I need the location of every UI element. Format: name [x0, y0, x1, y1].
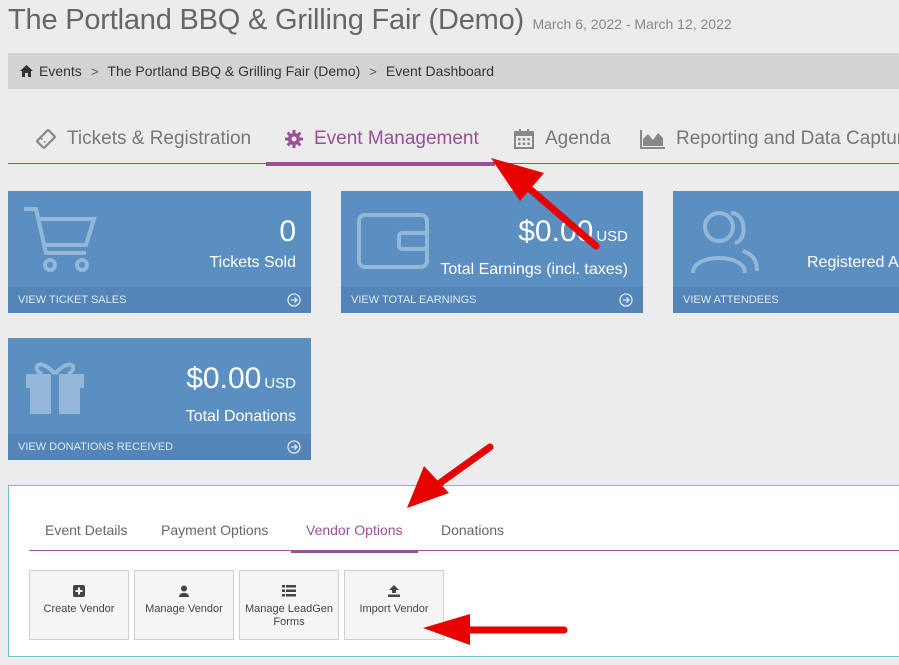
- view-donations-link[interactable]: VIEW DONATIONS RECEIVED: [8, 434, 311, 460]
- breadcrumb: Events > The Portland BBQ & Grilling Fai…: [8, 53, 899, 89]
- button-label: Import Vendor: [359, 603, 429, 615]
- sub-tabs: Event Details Payment Options Vendor Opt…: [29, 508, 899, 553]
- plus-square-icon: [73, 585, 85, 597]
- view-ticket-sales-link[interactable]: VIEW TICKET SALES: [8, 287, 311, 313]
- ticket-icon: [36, 128, 56, 149]
- breadcrumb-separator: >: [369, 63, 377, 79]
- tab-tickets-registration[interactable]: Tickets & Registration: [35, 113, 251, 164]
- tab-event-details[interactable]: Event Details: [45, 508, 127, 551]
- button-label: Create Vendor: [43, 603, 115, 615]
- registered-attendees-tile: Registered Attendees VIEW ATTENDEES: [673, 191, 899, 313]
- tab-label: Agenda: [545, 127, 611, 149]
- breadcrumb-events[interactable]: Events: [39, 63, 82, 79]
- page-header: The Portland BBQ & Grilling Fair (Demo) …: [8, 4, 732, 37]
- currency-unit: USD: [264, 375, 296, 392]
- registered-attendees-label: Registered Attendees: [807, 254, 899, 271]
- tab-label: Event Management: [314, 127, 479, 149]
- manage-vendor-button[interactable]: Manage Vendor: [134, 570, 234, 640]
- manage-leadgen-forms-button[interactable]: Manage LeadGen Forms: [239, 570, 339, 640]
- arrow-circle-right-icon: [287, 440, 301, 454]
- button-label: Manage Vendor: [145, 603, 223, 615]
- tickets-sold-tile: 0 Tickets Sold VIEW TICKET SALES: [8, 191, 311, 313]
- tab-agenda[interactable]: Agenda: [513, 113, 611, 164]
- total-earnings-label: Total Earnings (incl. taxes): [440, 261, 628, 278]
- user-icon: [179, 585, 189, 597]
- breadcrumb-current: Event Dashboard: [385, 63, 495, 79]
- import-vendor-button[interactable]: Import Vendor: [344, 570, 444, 640]
- arrow-circle-right-icon: [287, 293, 301, 307]
- wallet-icon: [357, 213, 429, 269]
- total-donations-tile: $0.00 USD Total Donations VIEW DONATIONS …: [8, 338, 311, 460]
- create-vendor-button[interactable]: Create Vendor: [29, 570, 129, 640]
- main-tabs: Tickets & Registration Event Management …: [8, 113, 899, 166]
- link-label: VIEW DONATIONS RECEIVED: [18, 441, 174, 453]
- cart-icon: [24, 207, 97, 272]
- list-icon: [282, 585, 296, 597]
- calendar-icon: [514, 128, 534, 149]
- total-earnings-value-wrap: $0.00 USD: [518, 215, 628, 249]
- link-label: VIEW ATTENDEES: [683, 294, 779, 306]
- total-donations-value: $0.00: [186, 362, 262, 395]
- total-earnings-tile: $0.00 USD Total Earnings (incl. taxes) VI…: [341, 191, 643, 313]
- event-dates: March 6, 2022 - March 12, 2022: [532, 16, 732, 32]
- tab-label: Tickets & Registration: [67, 127, 252, 149]
- breadcrumb-event[interactable]: The Portland BBQ & Grilling Fair (Demo): [107, 63, 360, 79]
- breadcrumb-separator: >: [90, 63, 99, 79]
- area-chart-icon: [640, 129, 665, 149]
- users-icon: [691, 211, 759, 274]
- tab-label: Reporting and Data Capture: [676, 127, 899, 149]
- total-donations-label: Total Donations: [185, 408, 296, 425]
- total-donations-value-wrap: $0.00 USD: [186, 362, 296, 396]
- tab-vendor-options[interactable]: Vendor Options: [291, 508, 417, 553]
- total-earnings-value: $0.00: [518, 215, 594, 248]
- view-attendees-link[interactable]: VIEW ATTENDEES: [673, 287, 899, 313]
- tab-reporting[interactable]: Reporting and Data Capture: [640, 113, 899, 164]
- button-label: Manage LeadGen Forms: [244, 603, 334, 628]
- tickets-sold-label: Tickets Sold: [209, 254, 296, 271]
- tab-donations[interactable]: Donations: [441, 508, 504, 551]
- tab-payment-options[interactable]: Payment Options: [161, 508, 268, 551]
- link-label: VIEW TICKET SALES: [18, 294, 127, 306]
- tab-event-management[interactable]: Event Management: [266, 113, 495, 166]
- link-label: VIEW TOTAL EARNINGS: [351, 294, 477, 306]
- gear-icon: [285, 129, 303, 148]
- gift-icon: [26, 362, 84, 414]
- currency-unit: USD: [596, 228, 628, 245]
- page-title: The Portland BBQ & Grilling Fair (Demo): [8, 4, 524, 36]
- upload-icon: [388, 585, 400, 597]
- tickets-sold-value: 0: [279, 215, 296, 248]
- arrow-circle-right-icon: [619, 293, 633, 307]
- home-icon: [20, 65, 33, 77]
- view-total-earnings-link[interactable]: VIEW TOTAL EARNINGS: [341, 287, 643, 313]
- event-management-panel: Event Details Payment Options Vendor Opt…: [8, 485, 899, 657]
